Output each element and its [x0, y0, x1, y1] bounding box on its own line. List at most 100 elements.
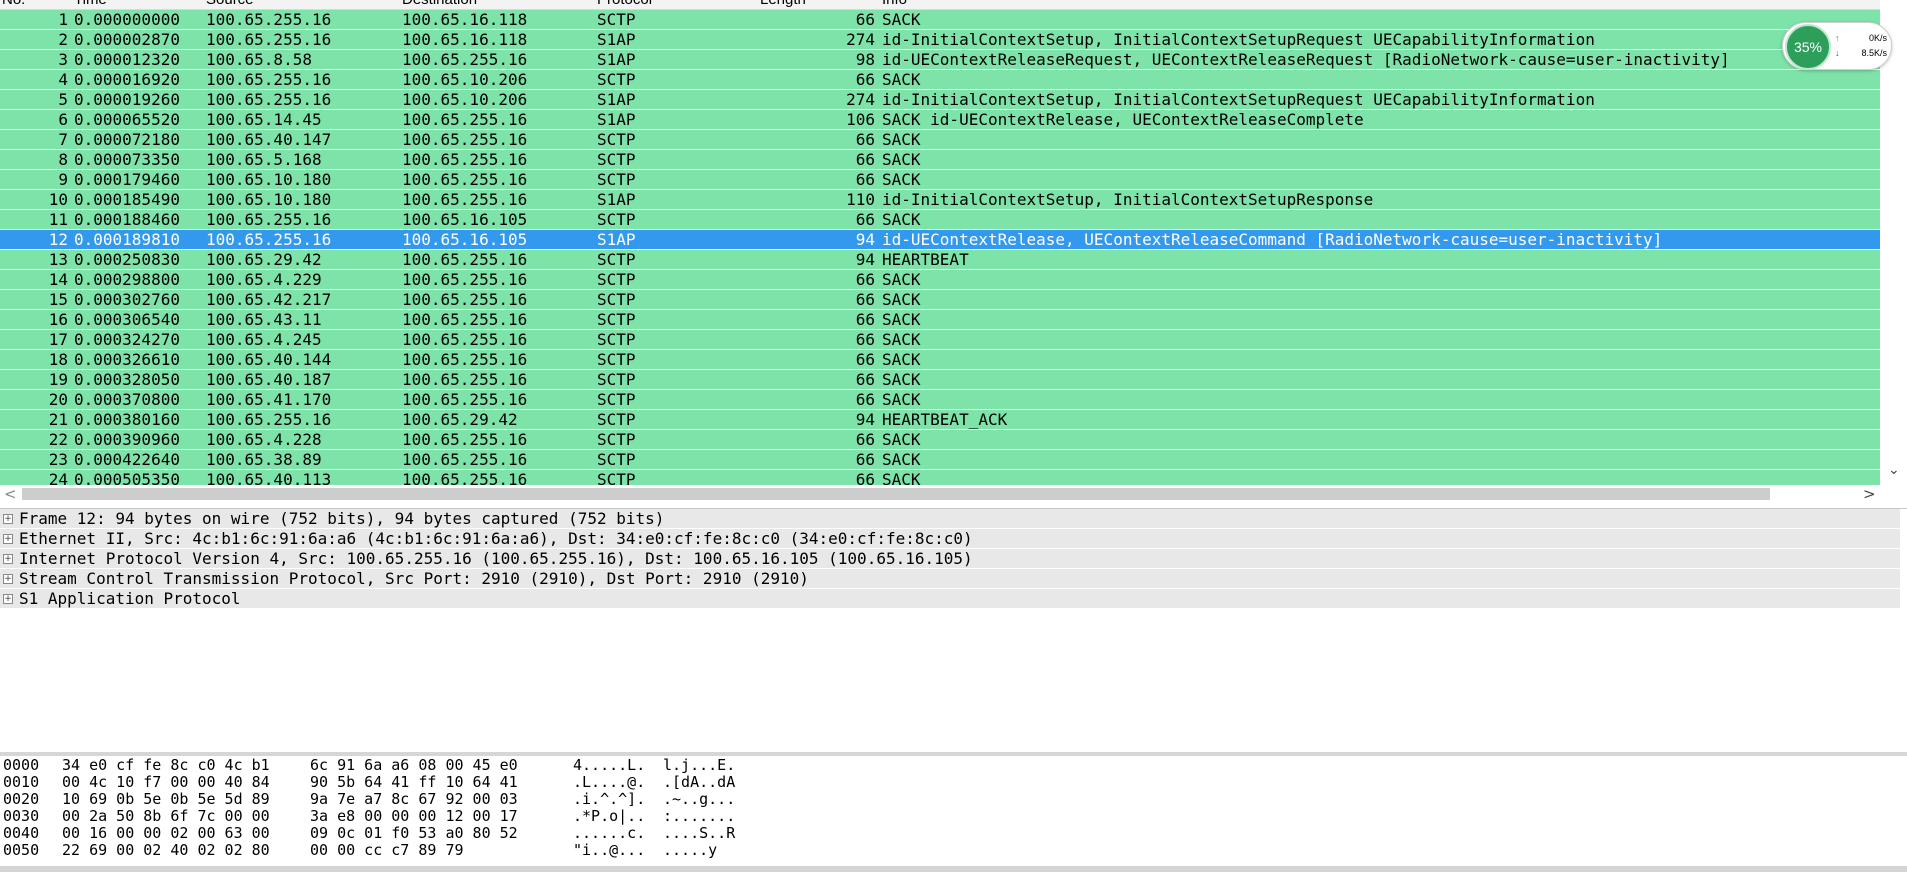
- packet-source: 100.65.29.42: [206, 250, 322, 269]
- packet-row[interactable]: 2 0.000002870 100.65.255.16 100.65.16.118 S1…: [0, 30, 1880, 49]
- scroll-down-icon[interactable]: ⌄: [1888, 462, 1900, 478]
- packet-destination: 100.65.10.206: [402, 90, 528, 109]
- packet-row[interactable]: 18 0.000326610 100.65.40.144 100.65.255.16 S…: [0, 350, 1880, 369]
- column-destination[interactable]: Destination: [402, 0, 477, 9]
- hex-row[interactable]: 0040 00 16 00 00 02 00 63 00 09 0c 01 f0 5…: [0, 825, 1907, 842]
- packet-row-selected[interactable]: 12 0.000189810 100.65.255.16 100.65.16.105 S…: [0, 230, 1880, 249]
- network-speed-widget[interactable]: 35% ↑ 0K/s ↓ 8.5K/s: [1782, 22, 1892, 70]
- packet-no: 17: [48, 330, 68, 349]
- packet-no: 1: [58, 10, 68, 29]
- packet-row[interactable]: 22 0.000390960 100.65.4.228 100.65.255.16 SC…: [0, 430, 1880, 449]
- hex-row[interactable]: 0020 10 69 0b 5e 0b 5e 5d 89 9a 7e a7 8c 6…: [0, 791, 1907, 808]
- packet-protocol: SCTP: [597, 410, 636, 429]
- hex-bytes: 00 2a 50 8b 6f 7c 00 00: [62, 807, 270, 825]
- packet-destination: 100.65.255.16: [402, 350, 528, 369]
- packet-row[interactable]: 11 0.000188460 100.65.255.16 100.65.16.105 S…: [0, 210, 1880, 229]
- column-header: No. Time Source Destination Protocol Len…: [0, 0, 1880, 10]
- hex-ascii: .*P.o|..: [573, 807, 646, 825]
- packet-row[interactable]: 17 0.000324270 100.65.4.245 100.65.255.16 SC…: [0, 330, 1880, 349]
- packet-row[interactable]: 19 0.000328050 100.65.40.187 100.65.255.16 S…: [0, 370, 1880, 389]
- hex-ascii: "i..@...: [573, 841, 646, 859]
- packet-row[interactable]: 13 0.000250830 100.65.29.42 100.65.255.16 SC…: [0, 250, 1880, 269]
- packet-time: 0.000065520: [74, 110, 180, 129]
- packet-source: 100.65.40.113: [206, 470, 332, 485]
- packet-source: 100.65.5.168: [206, 150, 322, 169]
- packet-row[interactable]: 15 0.000302760 100.65.42.217 100.65.255.16 S…: [0, 290, 1880, 309]
- detail-tree-row[interactable]: + Frame 12: 94 bytes on wire (752 bits), …: [0, 509, 1900, 528]
- packet-destination: 100.65.255.16: [402, 130, 528, 149]
- packet-destination: 100.65.16.105: [402, 230, 528, 249]
- packet-no: 14: [48, 270, 68, 289]
- packet-info: SACK: [882, 70, 921, 89]
- packet-protocol: SCTP: [597, 450, 636, 469]
- hex-row[interactable]: 0010 00 4c 10 f7 00 00 40 84 90 5b 64 41 f…: [0, 774, 1907, 791]
- horizontal-scroll-thumb[interactable]: [22, 488, 1770, 500]
- packet-row[interactable]: 6 0.000065520 100.65.14.45 100.65.255.16 S1A…: [0, 110, 1880, 129]
- detail-tree-row[interactable]: + Ethernet II, Src: 4c:b1:6c:91:6a:a6 (4c…: [0, 529, 1900, 548]
- column-info[interactable]: Info: [882, 0, 907, 9]
- column-length[interactable]: Length: [760, 0, 806, 9]
- hex-row[interactable]: 0050 22 69 00 02 40 02 02 80 00 00 cc c7 8…: [0, 842, 1907, 859]
- packet-row[interactable]: 4 0.000016920 100.65.255.16 100.65.10.206 SC…: [0, 70, 1880, 89]
- column-protocol[interactable]: Protocol: [597, 0, 652, 9]
- expand-plus-icon[interactable]: +: [3, 534, 13, 544]
- packet-source: 100.65.41.170: [206, 390, 332, 409]
- hex-row[interactable]: 0000 34 e0 cf fe 8c c0 4c b1 6c 91 6a a6 0…: [0, 757, 1907, 774]
- packet-info: id-UEContextRelease, UEContextReleaseCom…: [882, 230, 1663, 249]
- packet-destination: 100.65.255.16: [402, 110, 528, 129]
- packet-destination: 100.65.255.16: [402, 290, 528, 309]
- column-time[interactable]: Time: [74, 0, 107, 9]
- packet-protocol: SCTP: [597, 370, 636, 389]
- packet-row[interactable]: 14 0.000298800 100.65.4.229 100.65.255.16 SC…: [0, 270, 1880, 289]
- pane-splitter[interactable]: [0, 752, 1907, 756]
- packet-row[interactable]: 5 0.000019260 100.65.255.16 100.65.10.206 S1…: [0, 90, 1880, 109]
- expand-plus-icon[interactable]: +: [3, 574, 13, 584]
- horizontal-scrollbar[interactable]: < >: [0, 485, 1880, 503]
- packet-row[interactable]: 3 0.000012320 100.65.8.58 100.65.255.16 S1AP…: [0, 50, 1880, 69]
- detail-tree-row[interactable]: + Stream Control Transmission Protocol, S…: [0, 569, 1900, 588]
- packet-row[interactable]: 1 0.000000000 100.65.255.16 100.65.16.118 SC…: [0, 10, 1880, 29]
- packet-info: SACK: [882, 430, 921, 449]
- hex-row[interactable]: 0030 00 2a 50 8b 6f 7c 00 00 3a e8 00 00 0…: [0, 808, 1907, 825]
- packet-rows: 1 0.000000000 100.65.255.16 100.65.16.118 SC…: [0, 10, 1880, 485]
- scroll-left-icon[interactable]: <: [4, 485, 17, 503]
- packet-protocol: SCTP: [597, 290, 636, 309]
- packet-destination: 100.65.16.118: [402, 10, 528, 29]
- packet-row[interactable]: 21 0.000380160 100.65.255.16 100.65.29.42 SC…: [0, 410, 1880, 429]
- hex-offset: 0010: [3, 773, 40, 791]
- packet-protocol: SCTP: [597, 130, 636, 149]
- packet-source: 100.65.255.16: [206, 70, 332, 89]
- packet-length: 66: [855, 390, 875, 409]
- packet-row[interactable]: 24 0.000505350 100.65.40.113 100.65.255.16 S…: [0, 470, 1880, 485]
- packet-row[interactable]: 7 0.000072180 100.65.40.147 100.65.255.16 SC…: [0, 130, 1880, 149]
- expand-plus-icon[interactable]: +: [3, 514, 13, 524]
- packet-destination: 100.65.10.206: [402, 70, 528, 89]
- packet-row[interactable]: 16 0.000306540 100.65.43.11 100.65.255.16 SC…: [0, 310, 1880, 329]
- packet-protocol: SCTP: [597, 210, 636, 229]
- scroll-right-icon[interactable]: >: [1863, 485, 1876, 503]
- packet-time: 0.000179460: [74, 170, 180, 189]
- detail-tree-row[interactable]: + S1 Application Protocol: [0, 589, 1900, 608]
- download-arrow-icon: ↓: [1835, 48, 1840, 58]
- packet-row[interactable]: 20 0.000370800 100.65.41.170 100.65.255.16 S…: [0, 390, 1880, 409]
- expand-plus-icon[interactable]: +: [3, 594, 13, 604]
- expand-plus-icon[interactable]: +: [3, 554, 13, 564]
- packet-row[interactable]: 10 0.000185490 100.65.10.180 100.65.255.16 S…: [0, 190, 1880, 209]
- packet-length: 66: [855, 290, 875, 309]
- detail-tree-row[interactable]: + Internet Protocol Version 4, Src: 100.6…: [0, 549, 1900, 568]
- vertical-scrollbar[interactable]: ⌄: [1880, 0, 1907, 485]
- packet-destination: 100.65.29.42: [402, 410, 518, 429]
- column-source[interactable]: Source: [206, 0, 254, 9]
- packet-list[interactable]: No. Time Source Destination Protocol Len…: [0, 0, 1880, 485]
- column-no[interactable]: No.: [2, 0, 25, 9]
- packet-time: 0.000019260: [74, 90, 180, 109]
- packet-row[interactable]: 8 0.000073350 100.65.5.168 100.65.255.16 SCT…: [0, 150, 1880, 169]
- packet-row[interactable]: 9 0.000179460 100.65.10.180 100.65.255.16 SC…: [0, 170, 1880, 189]
- cpu-percent-badge: 35%: [1785, 24, 1831, 70]
- packet-time: 0.000016920: [74, 70, 180, 89]
- status-bar: [0, 866, 1907, 872]
- hex-offset: 0050: [3, 841, 40, 859]
- packet-destination: 100.65.255.16: [402, 270, 528, 289]
- detail-tree-label: Frame 12: 94 bytes on wire (752 bits), 9…: [19, 509, 665, 528]
- packet-row[interactable]: 23 0.000422640 100.65.38.89 100.65.255.16 SC…: [0, 450, 1880, 469]
